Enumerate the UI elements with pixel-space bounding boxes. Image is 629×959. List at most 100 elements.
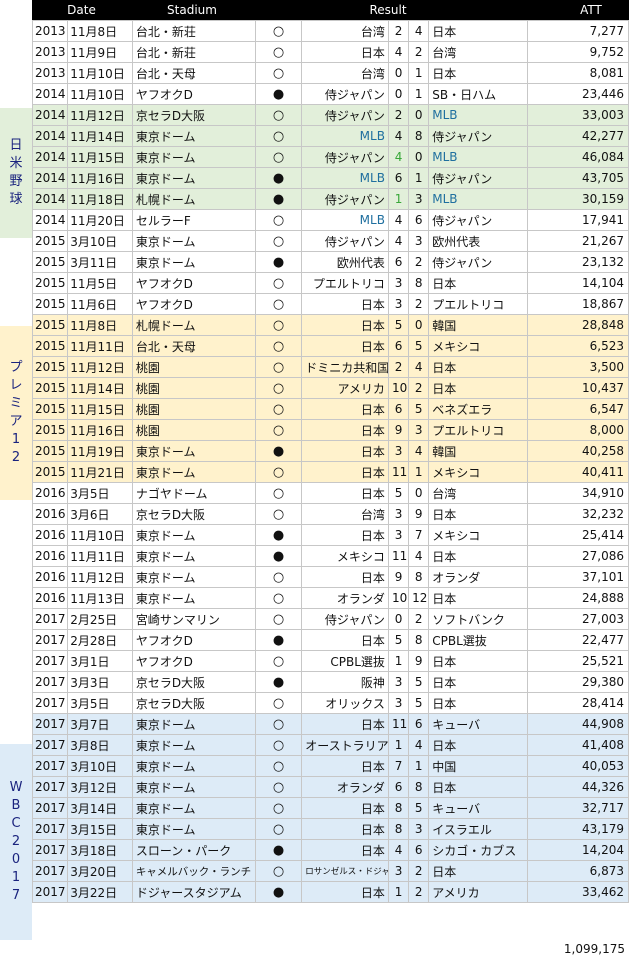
group-label-char: 野 — [9, 174, 23, 189]
cell-date: 11月16日 — [67, 419, 133, 441]
cell-year: 2017 — [31, 839, 69, 861]
cell-hs: 3 — [387, 524, 410, 546]
cell-date: 3月5日 — [67, 482, 133, 504]
cell-hs: 10 — [387, 587, 410, 609]
cell-home: 日本 — [301, 335, 389, 357]
cell-home: 日本 — [301, 41, 389, 63]
cell-home: メキシコ — [301, 545, 389, 567]
cell-att: 9,752 — [527, 41, 629, 63]
header-att: ATT — [580, 3, 602, 17]
cell-home: 日本 — [301, 482, 389, 504]
cell-away: 日本 — [428, 734, 529, 756]
cell-mark: ○ — [254, 377, 303, 399]
cell-hs: 8 — [387, 818, 410, 840]
cell-home: 日本 — [301, 293, 389, 315]
cell-away: シカゴ・カブス — [428, 839, 529, 861]
cell-as: 2 — [408, 377, 430, 399]
table-row: 2015 11月8日 札幌ドーム ○ 日本 5 0 韓国 28,848 — [31, 314, 629, 336]
cell-mark: ○ — [254, 41, 303, 63]
table-row: 2015 11月5日 ヤフオクD ○ プエルトリコ 3 8 日本 14,104 — [31, 272, 629, 294]
cell-mark: ○ — [254, 755, 303, 777]
cell-mark: ○ — [254, 293, 303, 315]
table-row: 2017 3月15日 東京ドーム ○ 日本 8 3 イスラエル 43,179 — [31, 818, 629, 840]
table-row: 2013 11月10日 台北・天母 ○ 台湾 0 1 日本 8,081 — [31, 62, 629, 84]
cell-home: アメリカ — [301, 377, 389, 399]
cell-att: 6,523 — [527, 335, 629, 357]
table-row: 2015 11月14日 桃園 ○ アメリカ 10 2 日本 10,437 — [31, 377, 629, 399]
cell-stadium: ナゴヤドーム — [131, 482, 256, 504]
cell-hs: 9 — [387, 566, 410, 588]
header-result: Result — [369, 3, 407, 17]
cell-away: 侍ジャパン — [428, 167, 529, 189]
table-row: 2017 3月1日 ヤフオクD ○ CPBL選抜 1 9 日本 25,521 — [31, 650, 629, 672]
table-row: 2015 3月10日 東京ドーム ○ 侍ジャパン 4 3 欧州代表 21,267 — [31, 230, 629, 252]
cell-stadium: 桃園 — [131, 419, 256, 441]
cell-date: 3月3日 — [67, 671, 133, 693]
cell-year: 2013 — [31, 41, 69, 63]
cell-as: 6 — [408, 209, 430, 231]
cell-hs: 3 — [387, 272, 410, 294]
cell-as: 6 — [408, 839, 430, 861]
cell-mark: ● — [254, 629, 303, 651]
table-row: 2016 11月11日 東京ドーム ● メキシコ 11 4 日本 27,086 — [31, 545, 629, 567]
cell-att: 25,521 — [527, 650, 629, 672]
cell-away: 日本 — [428, 377, 529, 399]
cell-away: キューバ — [428, 713, 529, 735]
cell-stadium: ヤフオクD — [131, 272, 256, 294]
cell-away: ソフトバンク — [428, 608, 529, 630]
cell-date: 3月20日 — [67, 860, 133, 882]
cell-mark: ○ — [254, 734, 303, 756]
cell-hs: 4 — [387, 125, 410, 147]
cell-stadium: 東京ドーム — [131, 440, 256, 462]
cell-away: 日本 — [428, 503, 529, 525]
cell-hs: 3 — [387, 671, 410, 693]
cell-date: 3月6日 — [67, 503, 133, 525]
cell-hs: 2 — [387, 20, 410, 42]
cell-as: 5 — [408, 692, 430, 714]
cell-year: 2017 — [31, 608, 69, 630]
cell-away: 韓国 — [428, 440, 529, 462]
cell-year: 2016 — [31, 524, 69, 546]
cell-hs: 0 — [387, 608, 410, 630]
cell-hs: 4 — [387, 146, 410, 168]
cell-hs: 4 — [387, 41, 410, 63]
cell-stadium: ドジャースタジアム — [131, 881, 256, 903]
cell-hs: 6 — [387, 776, 410, 798]
cell-mark: ○ — [254, 587, 303, 609]
cell-stadium: 京セラD大阪 — [131, 104, 256, 126]
cell-date: 11月9日 — [67, 41, 133, 63]
table-row: 2015 11月19日 東京ドーム ● 日本 3 4 韓国 40,258 — [31, 440, 629, 462]
cell-away: MLB — [428, 188, 529, 210]
group-label-char: W — [9, 780, 23, 795]
group-label-char: 米 — [9, 156, 23, 171]
cell-att: 6,547 — [527, 398, 629, 420]
cell-year: 2014 — [31, 104, 69, 126]
cell-away: 日本 — [428, 650, 529, 672]
cell-mark: ○ — [254, 62, 303, 84]
cell-mark: ○ — [254, 419, 303, 441]
cell-stadium: 東京ドーム — [131, 776, 256, 798]
cell-home: 台湾 — [301, 20, 389, 42]
cell-stadium: 宮崎サンマリン — [131, 608, 256, 630]
cell-att: 46,084 — [527, 146, 629, 168]
cell-away: 日本 — [428, 671, 529, 693]
cell-home: 侍ジャパン — [301, 83, 389, 105]
cell-mark: ○ — [254, 356, 303, 378]
cell-stadium: ヤフオクD — [131, 293, 256, 315]
cell-mark: ○ — [254, 335, 303, 357]
cell-stadium: 桃園 — [131, 377, 256, 399]
cell-hs: 6 — [387, 167, 410, 189]
cell-as: 5 — [408, 398, 430, 420]
cell-away: 侍ジャパン — [428, 209, 529, 231]
cell-stadium: 京セラD大阪 — [131, 692, 256, 714]
cell-hs: 3 — [387, 293, 410, 315]
cell-mark: ● — [254, 188, 303, 210]
cell-year: 2015 — [31, 419, 69, 441]
cell-hs: 1 — [387, 650, 410, 672]
cell-home: 日本 — [301, 314, 389, 336]
table-row: 2014 11月10日 ヤフオクD ● 侍ジャパン 0 1 SB・日ハム 23,446 — [31, 83, 629, 105]
cell-date: 11月6日 — [67, 293, 133, 315]
cell-date: 3月11日 — [67, 251, 133, 273]
cell-away: 日本 — [428, 62, 529, 84]
cell-home: MLB — [301, 167, 389, 189]
